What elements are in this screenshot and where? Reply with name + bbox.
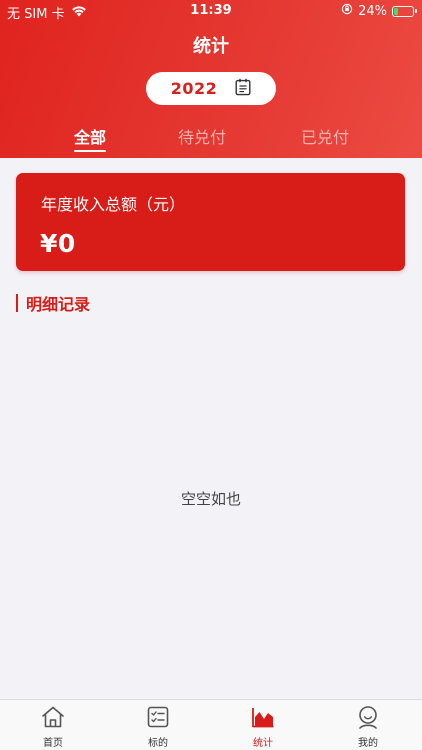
income-summary-card: 年度收入总额（元） ¥0 — [16, 173, 405, 271]
chart-icon — [250, 704, 276, 730]
tabbar-item-targets[interactable]: 标的 — [118, 704, 198, 749]
year-label: 2022 — [170, 79, 218, 98]
year-selector[interactable]: 2022 — [146, 72, 276, 105]
income-value: ¥0 — [40, 229, 76, 258]
orientation-lock-icon — [341, 3, 353, 19]
empty-state-text: 空空如也 — [180, 490, 241, 508]
tabbar-item-stats[interactable]: 统计 — [223, 704, 303, 749]
tabbar-item-me[interactable]: 我的 — [328, 704, 408, 749]
tab-paid[interactable]: 已兑付 — [280, 124, 370, 148]
tabbar-label-home: 首页 — [43, 738, 63, 749]
tabbar-label-targets: 标的 — [148, 738, 168, 749]
tab-pending[interactable]: 待兑付 — [157, 124, 247, 148]
status-bar: 无 SIM 卡 11:39 24% — [0, 0, 422, 22]
battery-fill — [394, 7, 399, 15]
tab-all[interactable]: 全部 — [45, 124, 135, 148]
detail-section-header: 明细记录 — [16, 293, 91, 314]
home-icon — [40, 704, 66, 730]
section-title: 明细记录 — [26, 295, 91, 314]
tabbar-label-me: 我的 — [358, 738, 378, 749]
user-icon — [355, 704, 381, 730]
section-accent-bar — [16, 294, 18, 312]
tabbar-label-stats: 统计 — [253, 738, 273, 749]
bottom-tab-bar: 首页 标的 统计 我的 — [0, 699, 422, 750]
income-label: 年度收入总额（元） — [41, 195, 186, 214]
calendar-icon — [235, 78, 251, 100]
battery-icon — [392, 5, 417, 17]
status-right: 24% — [341, 3, 417, 19]
checklist-icon — [145, 704, 171, 730]
active-tab-indicator — [74, 150, 106, 152]
filter-tabs: 全部 待兑付 已兑付 — [0, 124, 422, 158]
page-title: 统计 — [193, 36, 229, 57]
battery-percent: 24% — [358, 3, 387, 19]
tabbar-item-home[interactable]: 首页 — [13, 704, 93, 749]
header: 无 SIM 卡 11:39 24% 统计 2022 全部 待兑付 已兑付 — [0, 0, 422, 158]
